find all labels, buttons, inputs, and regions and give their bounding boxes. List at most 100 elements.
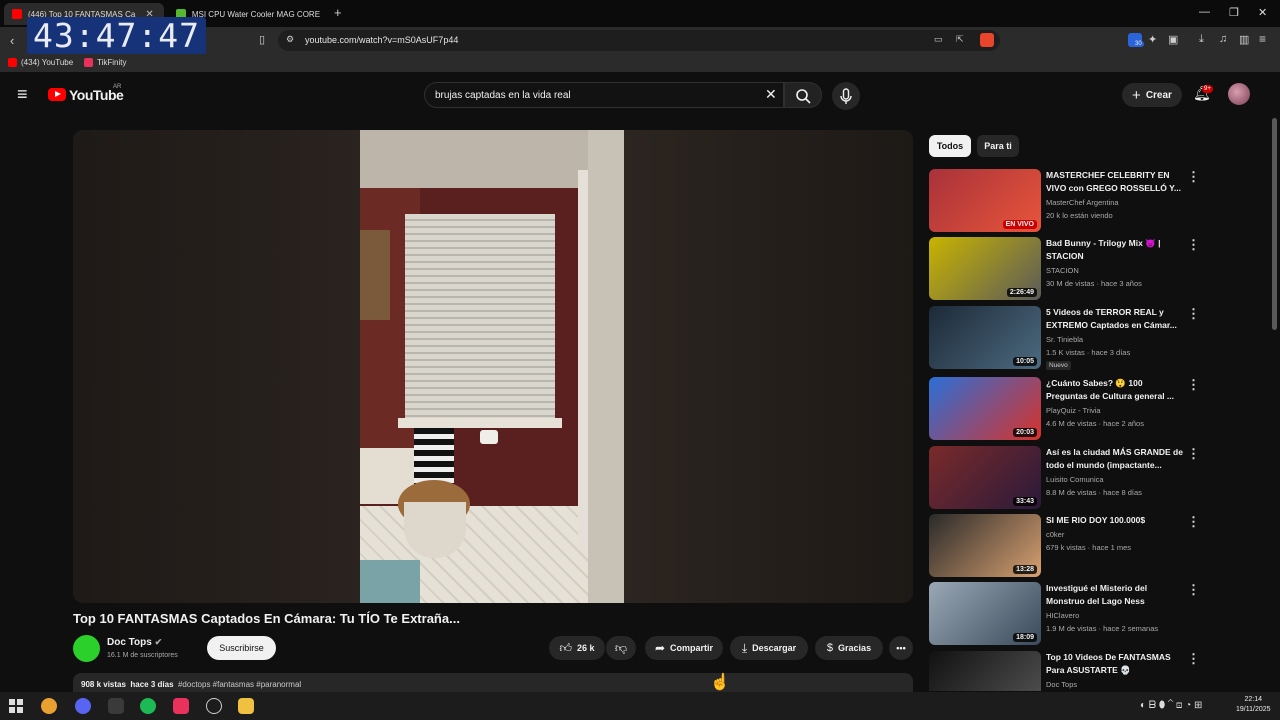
more-options-icon[interactable]: ⋮ bbox=[1187, 237, 1200, 253]
share-page-icon[interactable]: ⇱ bbox=[956, 34, 964, 45]
video-thumbnail[interactable]: 10:05 bbox=[929, 306, 1041, 369]
video-thumbnail[interactable]: 18:09 bbox=[929, 582, 1041, 645]
dislike-button[interactable]: 👎︎ bbox=[606, 636, 636, 660]
video-player[interactable] bbox=[73, 130, 913, 603]
browser-taskbar-icon[interactable] bbox=[41, 698, 57, 714]
search-box[interactable]: brujas captadas en la vida real ✕ bbox=[424, 82, 784, 108]
menu-icon[interactable]: ≡ bbox=[1259, 32, 1266, 46]
recommendation-title[interactable]: 5 Videos de TERROR REAL y EXTREMO Captad… bbox=[1046, 306, 1186, 332]
hamburger-menu-icon[interactable]: ≡ bbox=[17, 84, 28, 105]
file-explorer-taskbar-icon[interactable] bbox=[238, 698, 254, 714]
recommendation-item[interactable]: 33:43 Así es la ciudad MÁS GRANDE de tod… bbox=[929, 446, 1274, 510]
search-icon bbox=[796, 89, 811, 104]
thumbs-down-icon: 👎︎ bbox=[614, 640, 628, 655]
more-options-icon[interactable]: ⋮ bbox=[1187, 377, 1200, 393]
page-scrollbar[interactable] bbox=[1272, 118, 1277, 330]
subscribe-button[interactable]: Suscribirse bbox=[207, 636, 276, 660]
recommendation-channel[interactable]: Sr. Tinieblа bbox=[1046, 335, 1083, 344]
obs-taskbar-icon[interactable] bbox=[206, 698, 222, 714]
more-options-icon[interactable]: ⋮ bbox=[1187, 514, 1200, 530]
recommendation-item[interactable]: 13:28 SI ME RIO DOY 100.000$ c0ker 679 k… bbox=[929, 514, 1274, 578]
new-tab-button[interactable]: + bbox=[334, 5, 342, 20]
recommendation-title[interactable]: ¿Cuánto Sabes? 😲 100 Preguntas de Cultur… bbox=[1046, 377, 1186, 403]
user-avatar[interactable] bbox=[1228, 83, 1250, 105]
cast-icon[interactable]: ▭ bbox=[934, 34, 943, 45]
channel-name[interactable]: Doc Tops ✔ bbox=[107, 637, 162, 648]
more-options-icon[interactable]: ⋮ bbox=[1187, 306, 1200, 322]
recommendation-title[interactable]: Bad Bunny - Trilogy Mix 😈 | STACION bbox=[1046, 237, 1186, 263]
download-button[interactable]: ⤓ Descargar bbox=[730, 636, 808, 660]
video-thumbnail[interactable]: 33:43 bbox=[929, 446, 1041, 509]
recommendation-channel[interactable]: Doc Tops bbox=[1046, 680, 1077, 689]
discord-taskbar-icon[interactable] bbox=[75, 698, 91, 714]
duration-badge: 2:26:49 bbox=[1006, 288, 1037, 297]
recommendation-item[interactable]: 18:09 Investigué el Misterio del Monstru… bbox=[929, 582, 1274, 646]
recommendation-title[interactable]: Así es la ciudad MÁS GRANDE de todo el m… bbox=[1046, 446, 1186, 472]
duration-badge: 13:28 bbox=[1013, 565, 1037, 574]
windows-start-icon[interactable] bbox=[9, 699, 23, 713]
extensions-puzzle-icon[interactable]: ✦ bbox=[1148, 33, 1157, 46]
recommendation-item[interactable]: 20:03 ¿Cuánto Sabes? 😲 100 Preguntas de … bbox=[929, 377, 1274, 441]
recommendation-title[interactable]: SI ME RIO DOY 100.000$ bbox=[1046, 514, 1186, 527]
hashtags[interactable]: #doctops #fantasmas #paranormal bbox=[178, 680, 301, 689]
app-taskbar-icon[interactable] bbox=[108, 698, 124, 714]
spotify-taskbar-icon[interactable] bbox=[140, 698, 156, 714]
recommendation-channel[interactable]: PlayQuiz - Trivia bbox=[1046, 406, 1101, 415]
tray-icons[interactable]: ◐ ᗷ ⬮ ⌃ ⊡ ◔ ⊞ bbox=[1140, 700, 1202, 711]
video-thumbnail[interactable] bbox=[929, 651, 1041, 691]
like-button[interactable]: 👍︎ 26 k bbox=[549, 636, 605, 660]
restore-button[interactable]: ❐ bbox=[1229, 6, 1239, 19]
close-window-button[interactable]: ✕ bbox=[1258, 6, 1267, 19]
recommendation-channel[interactable]: STACION bbox=[1046, 266, 1079, 275]
back-arrow-icon[interactable]: ‹ bbox=[10, 33, 14, 48]
recommendation-channel[interactable]: c0ker bbox=[1046, 530, 1064, 539]
video-thumbnail[interactable]: 20:03 bbox=[929, 377, 1041, 440]
video-thumbnail[interactable]: 2:26:49 bbox=[929, 237, 1041, 300]
more-options-icon[interactable]: ⋮ bbox=[1187, 582, 1200, 598]
clear-search-icon[interactable]: ✕ bbox=[765, 86, 777, 103]
tikfinity-taskbar-icon[interactable] bbox=[173, 698, 189, 714]
brave-shield-icon[interactable] bbox=[980, 33, 994, 47]
recommendation-item[interactable]: EN VIVO MASTERCHEF CELEBRITY EN VIVO con… bbox=[929, 169, 1274, 233]
more-options-icon[interactable]: ⋮ bbox=[1187, 169, 1200, 185]
recommendation-item[interactable]: Top 10 Videos De FANTASMAS Para ASUSTART… bbox=[929, 651, 1274, 691]
wallet-icon[interactable]: ▣ bbox=[1168, 33, 1178, 46]
taskbar-clock[interactable]: 22:14 19/11/2025 bbox=[1236, 695, 1271, 715]
live-badge: EN VIVO bbox=[1002, 220, 1037, 229]
sidebar-icon[interactable]: ▥ bbox=[1239, 33, 1249, 46]
recommendation-title[interactable]: Top 10 Videos De FANTASMAS Para ASUSTART… bbox=[1046, 651, 1186, 677]
thanks-button[interactable]: $ Gracias bbox=[815, 636, 883, 660]
video-thumbnail[interactable]: 13:28 bbox=[929, 514, 1041, 577]
chip-todos[interactable]: Todos bbox=[929, 135, 971, 157]
more-actions-button[interactable]: ••• bbox=[889, 636, 913, 660]
voice-search-button[interactable] bbox=[832, 82, 860, 110]
youtube-logo-icon[interactable] bbox=[48, 88, 66, 101]
recommendation-item[interactable]: 10:05 5 Videos de TERROR REAL y EXTREMO … bbox=[929, 306, 1274, 370]
more-options-icon[interactable]: ⋮ bbox=[1187, 651, 1200, 667]
create-button[interactable]: + Crear bbox=[1122, 83, 1182, 107]
bookmark-tikfinity[interactable]: TikFinity bbox=[84, 58, 126, 67]
recommendation-item[interactable]: 2:26:49 Bad Bunny - Trilogy Mix 😈 | STAC… bbox=[929, 237, 1274, 301]
media-icon[interactable]: ♫ bbox=[1219, 33, 1227, 45]
like-count: 26 k bbox=[577, 643, 595, 653]
recommendation-title[interactable]: Investigué el Misterio del Monstruo del … bbox=[1046, 582, 1186, 608]
search-input[interactable]: brujas captadas en la vida real bbox=[435, 90, 571, 101]
recommendation-channel[interactable]: Luisito Comunica bbox=[1046, 475, 1104, 484]
channel-avatar[interactable] bbox=[73, 635, 100, 662]
chip-para-ti[interactable]: Para ti bbox=[977, 135, 1019, 157]
download-icon[interactable]: ⤓ bbox=[1199, 33, 1204, 46]
share-button[interactable]: ➦ Compartir bbox=[645, 636, 723, 660]
address-bar[interactable]: ⚙ youtube.com/watch?v=mS0AsUF7p44 ▭ ⇱ bbox=[278, 30, 1000, 51]
bookmark-youtube[interactable]: (434) YouTube bbox=[8, 58, 73, 67]
video-thumbnail[interactable]: EN VIVO bbox=[929, 169, 1041, 232]
recommendation-channel[interactable]: MasterChef Argentina bbox=[1046, 198, 1119, 207]
minimize-button[interactable]: — bbox=[1199, 6, 1210, 18]
bookmark-icon[interactable]: ▯ bbox=[259, 33, 265, 46]
search-button[interactable] bbox=[784, 82, 822, 108]
recommendation-title[interactable]: MASTERCHEF CELEBRITY EN VIVO con GREGO R… bbox=[1046, 169, 1186, 195]
bookmark-label: TikFinity bbox=[97, 58, 127, 67]
site-info-icon[interactable]: ⚙ bbox=[286, 34, 294, 45]
bathroom-door bbox=[588, 130, 624, 603]
more-options-icon[interactable]: ⋮ bbox=[1187, 446, 1200, 462]
recommendation-channel[interactable]: HIClavero bbox=[1046, 611, 1079, 620]
